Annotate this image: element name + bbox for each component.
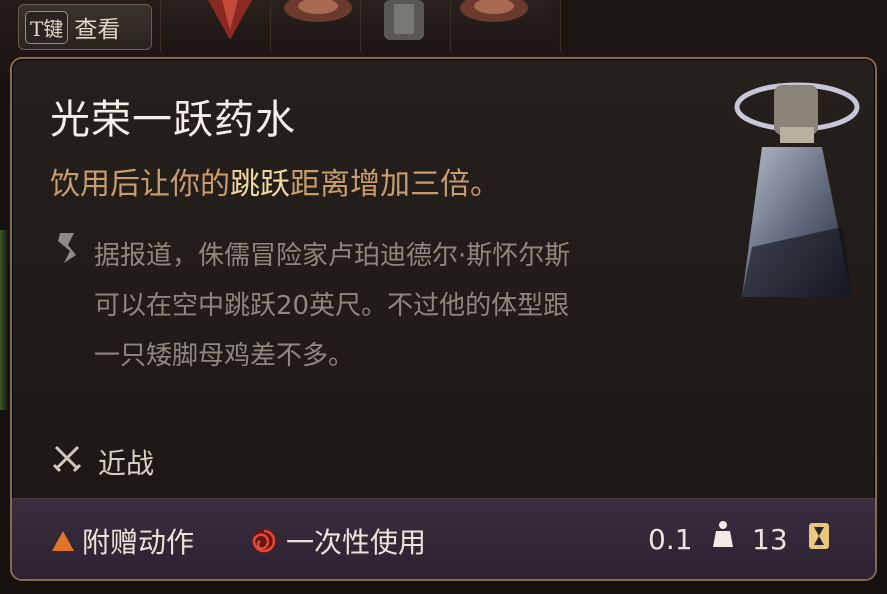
examine-label: 查看 [74, 17, 121, 43]
bonus-action-tag: 附赠动作 [52, 521, 194, 561]
item-weight: 0.1 [648, 523, 693, 556]
description-text: 饮用后让你的 [50, 167, 230, 202]
boots-item-icon[interactable] [456, 0, 532, 44]
item-lore: 据报道，侏儒冒险家卢珀迪德尔·斯怀尔斯可以在空中跳跃20英尺。不过他的体型跟一只… [94, 241, 571, 371]
attack-type-label: 近战 [98, 447, 155, 480]
bonus-action-label: 附赠动作 [82, 526, 195, 559]
scroll-icon [58, 233, 76, 263]
item-value: 13 [752, 523, 788, 556]
weight-icon [713, 521, 733, 547]
item-description: 饮用后让你的跳跃距离增加三倍。 [50, 159, 500, 203]
crossed-swords-icon [52, 445, 82, 473]
single-use-tag: 一次性使用 [250, 521, 426, 561]
examine-hint[interactable]: T键 查看 [18, 4, 152, 50]
hotkey-badge: T键 [25, 10, 69, 44]
single-use-label: 一次性使用 [286, 526, 427, 559]
hourglass-icon [809, 523, 829, 549]
background-panel [560, 0, 887, 52]
spiral-icon [252, 529, 276, 553]
boots-item-icon[interactable] [280, 0, 356, 44]
item-tooltip: 光荣一跃药水 饮用后让你的跳跃距离增加三倍。 据报道，侏儒冒险家卢珀迪德尔·斯怀… [10, 57, 877, 581]
side-panel-edge [0, 230, 8, 410]
triangle-icon [52, 531, 74, 551]
potion-bottle-icon [734, 82, 860, 297]
tooltip-footer: 附赠动作 一次性使用 0.1 13 [12, 498, 875, 579]
description-keyword[interactable]: 跳跃 [230, 167, 290, 202]
item-title: 光荣一跃药水 [50, 97, 296, 143]
description-text: 距离增加三倍。 [290, 167, 500, 202]
